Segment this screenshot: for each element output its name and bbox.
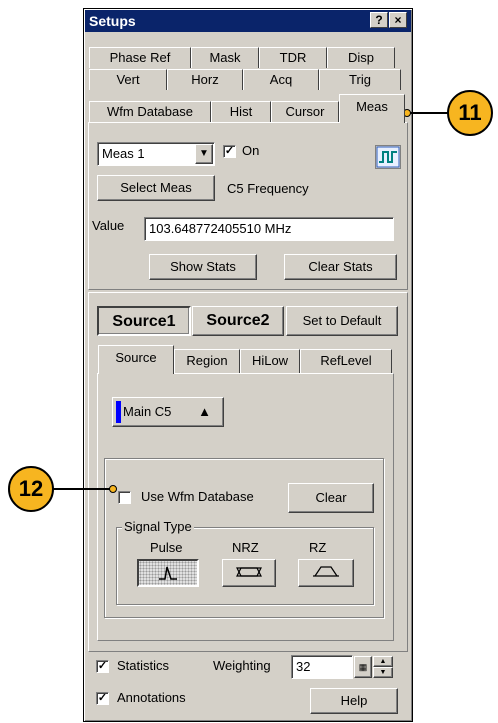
tab-disp[interactable]: Disp — [327, 47, 395, 68]
source2-button[interactable]: Source2 — [192, 306, 284, 336]
callout-12: 12 — [8, 466, 54, 512]
tab-hist[interactable]: Hist — [211, 101, 271, 122]
annotations-label: Annotations — [117, 690, 186, 705]
pulse-icon — [159, 566, 177, 580]
subtab-region[interactable]: Region — [174, 349, 240, 373]
on-label: On — [242, 143, 260, 158]
meas-select[interactable]: Meas 1 ▼ — [97, 142, 215, 166]
nrz-button[interactable] — [222, 559, 276, 587]
callout-12-dot — [109, 485, 117, 493]
tab-mask[interactable]: Mask — [191, 47, 259, 68]
nrz-icon — [236, 567, 262, 577]
on-checkbox[interactable]: ✓ — [223, 145, 236, 158]
select-meas-button[interactable]: Select Meas — [97, 175, 215, 201]
tab-meas[interactable]: Meas — [339, 94, 405, 123]
meas-name: C5 Frequency — [227, 181, 309, 196]
dropdown-arrow-icon[interactable]: ▼ — [195, 144, 213, 164]
tab-cursor[interactable]: Cursor — [271, 101, 339, 122]
use-wfm-database-checkbox[interactable] — [118, 491, 131, 504]
subtab-source[interactable]: Source — [98, 345, 174, 374]
callout-11: 11 — [447, 90, 493, 136]
up-arrow-icon: ▲ — [198, 404, 211, 419]
weighting-label: Weighting — [213, 658, 271, 673]
tab-horz[interactable]: Horz — [167, 69, 243, 90]
statistics-label: Statistics — [117, 658, 170, 673]
help-icon[interactable]: ? — [370, 12, 388, 28]
title-bar: Setups — [85, 10, 411, 32]
subtab-hilow[interactable]: HiLow — [240, 349, 300, 373]
clear-stats-button[interactable]: Clear Stats — [284, 254, 397, 280]
callout-12-line — [53, 488, 113, 490]
weighting-input[interactable]: 32 — [291, 655, 353, 679]
source-select-button[interactable]: Main C5 ▲ — [112, 397, 224, 427]
tab-trig[interactable]: Trig — [319, 69, 401, 90]
rz-label: RZ — [309, 540, 327, 555]
spin-down-icon[interactable]: ▼ — [373, 667, 393, 678]
spin-up-icon[interactable]: ▲ — [373, 656, 393, 667]
tab-vert[interactable]: Vert — [89, 69, 167, 90]
nrz-label: NRZ — [232, 540, 259, 555]
setups-window: Setups ? × Phase Ref Mask TDR Disp Vert … — [83, 8, 413, 722]
window-title: Setups — [89, 13, 136, 29]
source1-button[interactable]: Source1 — [97, 306, 191, 336]
waveform-icon — [375, 145, 401, 169]
value-label: Value — [92, 218, 125, 233]
annotations-checkbox[interactable]: ✓ — [96, 692, 109, 705]
callout-11-line — [407, 112, 449, 114]
pulse-button[interactable] — [137, 559, 199, 587]
tab-wfm-database[interactable]: Wfm Database — [89, 101, 211, 122]
set-to-default-button[interactable]: Set to Default — [286, 306, 398, 336]
pulse-label: Pulse — [150, 540, 183, 555]
clear-button[interactable]: Clear — [288, 483, 374, 513]
use-wfm-database-label: Use Wfm Database — [141, 489, 254, 504]
tab-tdr[interactable]: TDR — [259, 47, 327, 68]
close-icon[interactable]: × — [389, 12, 407, 28]
help-button[interactable]: Help — [310, 688, 398, 714]
source-value: Main C5 — [123, 404, 172, 419]
subtab-reflevel[interactable]: RefLevel — [300, 349, 392, 373]
meas-select-value: Meas 1 — [102, 146, 145, 161]
tab-acq[interactable]: Acq — [243, 69, 319, 90]
statistics-checkbox[interactable]: ✓ — [96, 660, 109, 673]
source-color-marker — [116, 401, 121, 423]
value-field: 103.648772405510 MHz — [144, 217, 394, 241]
tab-phase-ref[interactable]: Phase Ref — [89, 47, 191, 68]
rz-button[interactable] — [298, 559, 354, 587]
keypad-icon[interactable]: ▦ — [354, 656, 372, 678]
signal-type-label: Signal Type — [122, 519, 194, 534]
show-stats-button[interactable]: Show Stats — [149, 254, 257, 280]
rz-icon — [313, 566, 339, 577]
